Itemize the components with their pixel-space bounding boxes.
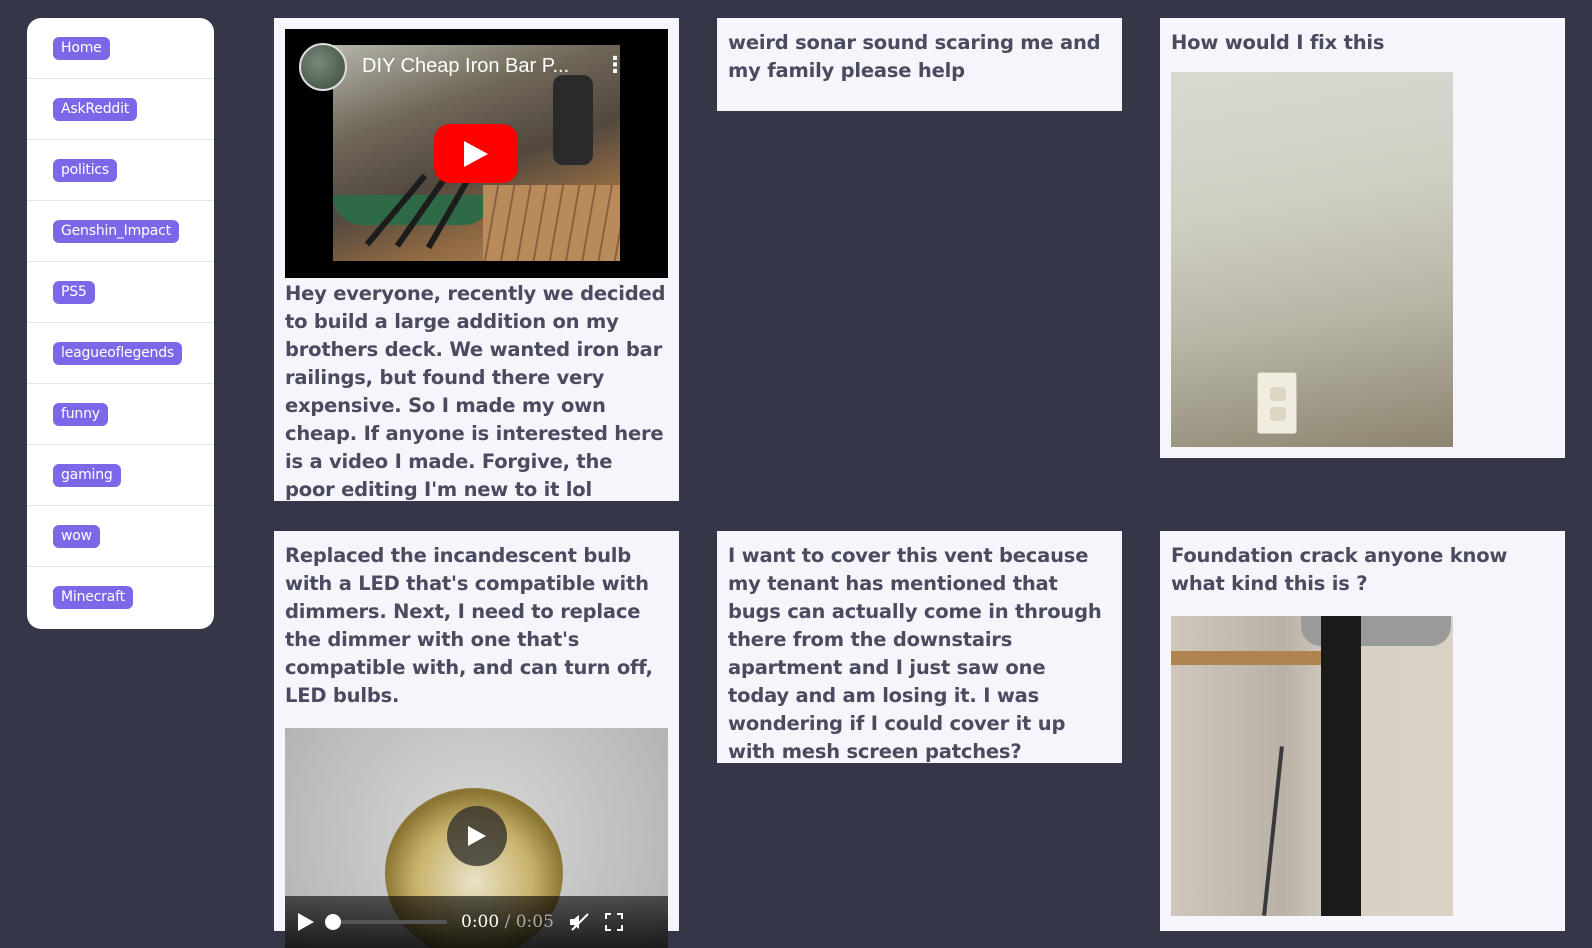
post-title[interactable]: I want to cover this vent because my ten… bbox=[728, 542, 1111, 766]
play-icon bbox=[468, 826, 486, 846]
subreddit-tag[interactable]: wow bbox=[53, 524, 100, 548]
post-card[interactable]: weird sonar sound scaring me and my fami… bbox=[717, 18, 1122, 111]
mute-icon[interactable] bbox=[568, 912, 590, 932]
video-play-button[interactable] bbox=[447, 806, 507, 866]
post-title[interactable]: weird sonar sound scaring me and my fami… bbox=[728, 29, 1111, 85]
play-icon[interactable] bbox=[297, 912, 315, 932]
post-card[interactable]: DIY Cheap Iron Bar P... ⋮ Hey everyone, … bbox=[274, 18, 679, 501]
video-player[interactable]: 0:00 / 0:05 bbox=[285, 728, 668, 948]
seek-slider[interactable] bbox=[325, 914, 447, 930]
subreddit-tag[interactable]: AskReddit bbox=[53, 97, 138, 121]
video-duration: 0:05 bbox=[515, 912, 554, 932]
video-controls: 0:00 / 0:05 bbox=[285, 896, 668, 948]
subreddit-tag[interactable]: politics bbox=[53, 158, 118, 182]
post-card[interactable]: How would I fix this bbox=[1160, 18, 1565, 458]
sidebar-item-gaming: gaming bbox=[27, 445, 214, 506]
outlet-image-detail bbox=[1257, 372, 1297, 434]
channel-avatar[interactable] bbox=[299, 43, 347, 91]
sidebar-item-funny: funny bbox=[27, 384, 214, 445]
play-icon bbox=[464, 140, 488, 167]
post-image[interactable] bbox=[1171, 616, 1453, 916]
sidebar-item-politics: politics bbox=[27, 140, 214, 201]
sidebar-item-leagueoflegends: leagueoflegends bbox=[27, 323, 214, 384]
youtube-play-button[interactable] bbox=[434, 124, 518, 183]
post-card[interactable]: I want to cover this vent because my ten… bbox=[717, 531, 1122, 763]
post-image[interactable] bbox=[1171, 72, 1453, 447]
subreddit-tag[interactable]: funny bbox=[53, 402, 108, 426]
subreddit-tag[interactable]: leagueoflegends bbox=[53, 341, 183, 365]
more-options-icon[interactable]: ⋮ bbox=[604, 55, 626, 77]
post-card[interactable]: Replaced the incandescent bulb with a LE… bbox=[274, 531, 679, 948]
sidebar-item-askreddit: AskReddit bbox=[27, 79, 214, 140]
sidebar-item-genshin-impact: Genshin_Impact bbox=[27, 201, 214, 262]
post-title[interactable]: Replaced the incandescent bulb with a LE… bbox=[285, 542, 668, 710]
subreddit-sidebar: Home AskReddit politics Genshin_Impact P… bbox=[27, 18, 214, 629]
sidebar-item-home: Home bbox=[27, 18, 214, 79]
subreddit-tag[interactable]: Genshin_Impact bbox=[53, 219, 179, 243]
sidebar-item-wow: wow bbox=[27, 506, 214, 567]
current-time: 0:00 bbox=[461, 912, 500, 932]
youtube-embed[interactable]: DIY Cheap Iron Bar P... ⋮ bbox=[285, 29, 668, 278]
subreddit-tag[interactable]: gaming bbox=[53, 463, 121, 487]
post-title[interactable]: How would I fix this bbox=[1171, 29, 1554, 57]
subreddit-tag[interactable]: Minecraft bbox=[53, 586, 133, 609]
subreddit-tag[interactable]: Home bbox=[53, 36, 110, 60]
sidebar-item-minecraft: Minecraft bbox=[27, 567, 214, 628]
subreddit-tag[interactable]: PS5 bbox=[53, 280, 95, 304]
video-title[interactable]: DIY Cheap Iron Bar P... bbox=[362, 55, 569, 78]
fullscreen-icon[interactable] bbox=[604, 912, 624, 932]
post-title[interactable]: Foundation crack anyone know what kind t… bbox=[1171, 542, 1554, 598]
time-separator: / bbox=[504, 912, 511, 932]
post-card[interactable]: Foundation crack anyone know what kind t… bbox=[1160, 531, 1565, 931]
post-body: Hey everyone, recently we decided to bui… bbox=[285, 282, 666, 501]
sidebar-item-ps5: PS5 bbox=[27, 262, 214, 323]
video-time: 0:00 / 0:05 bbox=[461, 912, 554, 932]
